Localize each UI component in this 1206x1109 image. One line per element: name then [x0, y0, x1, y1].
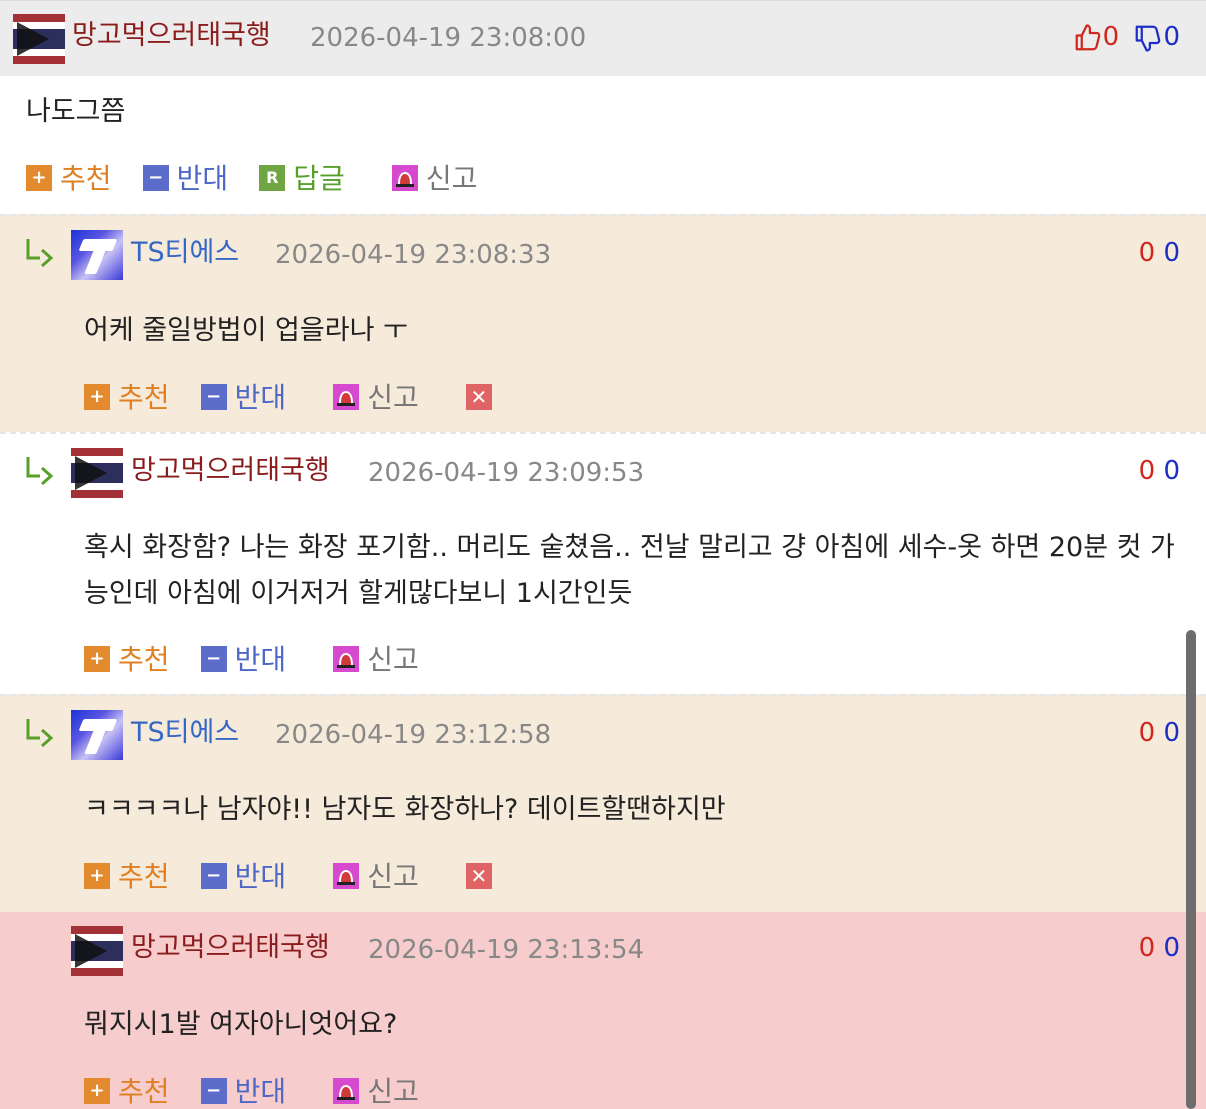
dislike-count[interactable]: 0: [1163, 933, 1180, 963]
recommend-button[interactable]: + 추천: [84, 860, 170, 894]
siren-icon: [333, 863, 360, 889]
avatar[interactable]: [13, 14, 65, 64]
comment-body: 어케 줄일방법이 업을라나 ㅜ: [84, 315, 408, 346]
comment-actions: + 추천 − 반대 신고 ✕: [84, 381, 526, 415]
reply-item-highlighted: 망고먹으러태국행 2026-04-19 23:13:54 0 0 뭐지시1발 여…: [0, 912, 1206, 1109]
plus-icon: +: [84, 384, 110, 410]
vote-counts: 0 0: [1139, 931, 1180, 965]
recommend-button[interactable]: + 추천: [26, 162, 112, 196]
comment-date: 2026-04-19 23:13:54: [368, 935, 645, 965]
thumbs-down-icon[interactable]: [1133, 23, 1163, 53]
report-button[interactable]: 신고: [333, 860, 419, 894]
close-icon: ✕: [465, 384, 492, 410]
minus-icon: −: [142, 165, 169, 191]
report-button[interactable]: 신고: [333, 1075, 419, 1109]
comment-actions: + 추천 − 반대 신고: [84, 1075, 445, 1109]
minus-icon: −: [200, 863, 227, 889]
comment-date: 2026-04-19 23:12:58: [275, 720, 552, 750]
delete-button[interactable]: ✕: [465, 381, 500, 415]
siren-icon: [333, 646, 360, 672]
like-count[interactable]: 0: [1139, 238, 1156, 268]
avatar[interactable]: [71, 230, 123, 280]
comment-body: 혹시 화장함? 나는 화장 포기함.. 머리도 숱쳤음.. 전날 말리고 걍 아…: [84, 532, 1175, 609]
plus-icon: +: [26, 165, 52, 191]
comment-body: 뭐지시1발 여자아니엇어요?: [84, 1009, 398, 1040]
thumbs-up-icon[interactable]: [1073, 23, 1103, 53]
reply-arrow-icon: [26, 719, 54, 748]
minus-icon: −: [200, 646, 227, 672]
comment-date: 2026-04-19 23:09:53: [368, 458, 645, 488]
delete-button[interactable]: ✕: [465, 860, 500, 894]
oppose-button[interactable]: − 반대: [142, 162, 228, 196]
comment-body: ㅋㅋㅋㅋ나 남자야!! 남자도 화장하나? 데이트할땐하지만: [84, 794, 726, 825]
siren-icon: [391, 165, 418, 191]
author-nickname[interactable]: 망고먹으러태국행: [131, 454, 330, 488]
report-button[interactable]: 신고: [333, 381, 419, 415]
minus-icon: −: [200, 1078, 227, 1104]
vote-counts: 0 0: [1139, 716, 1180, 750]
vote-counts: 0 0: [1139, 236, 1180, 270]
vote-counts: 0 0: [1073, 20, 1180, 54]
author-nickname[interactable]: 망고먹으러태국행: [72, 19, 271, 53]
comment-item: 나도그쯤 + 추천 − 반대 R 답글 신고: [0, 76, 1206, 214]
dislike-count[interactable]: 0: [1163, 238, 1180, 268]
oppose-button[interactable]: − 반대: [200, 643, 286, 677]
author-nickname[interactable]: TS티에스: [131, 716, 239, 750]
reply-item: 망고먹으러태국행 2026-04-19 23:09:53 0 0 혹시 화장함?…: [0, 432, 1206, 694]
report-button[interactable]: 신고: [333, 643, 419, 677]
vertical-scrollbar[interactable]: [1186, 630, 1196, 1109]
like-count: 0: [1102, 22, 1120, 52]
like-count[interactable]: 0: [1139, 933, 1156, 963]
avatar[interactable]: [71, 448, 123, 498]
comment-actions: + 추천 − 반대 R 답글 신고: [26, 162, 503, 196]
comment-actions: + 추천 − 반대 신고: [84, 643, 445, 677]
avatar[interactable]: [71, 710, 123, 760]
like-count[interactable]: 0: [1139, 718, 1156, 748]
recommend-button[interactable]: + 추천: [84, 643, 170, 677]
close-icon: ✕: [465, 863, 492, 889]
dislike-count[interactable]: 0: [1163, 718, 1180, 748]
plus-icon: +: [84, 646, 110, 672]
comment-body: 나도그쯤: [26, 96, 126, 127]
oppose-button[interactable]: − 반대: [200, 860, 286, 894]
oppose-button[interactable]: − 반대: [200, 1075, 286, 1109]
comment-date: 2026-04-19 23:08:33: [275, 240, 552, 270]
comment-thread: 망고먹으러태국행 2026-04-19 23:08:00 0 0 나도그쯤 + 추…: [0, 0, 1206, 1109]
like-count[interactable]: 0: [1139, 456, 1156, 486]
oppose-button[interactable]: − 반대: [200, 381, 286, 415]
minus-icon: −: [200, 384, 227, 410]
reply-r-icon: R: [259, 165, 286, 191]
reply-item: TS티에스 2026-04-19 23:12:58 0 0 ㅋㅋㅋㅋ나 남자야!…: [0, 694, 1206, 912]
recommend-button[interactable]: + 추천: [84, 1075, 170, 1109]
siren-icon: [333, 1078, 360, 1104]
reply-item: TS티에스 2026-04-19 23:08:33 0 0 어케 줄일방법이 업…: [0, 214, 1206, 432]
dislike-count: 0: [1163, 22, 1180, 52]
recommend-button[interactable]: + 추천: [84, 381, 170, 415]
reply-button[interactable]: R 답글: [259, 162, 345, 196]
author-nickname[interactable]: 망고먹으러태국행: [131, 931, 330, 965]
avatar[interactable]: [71, 926, 123, 976]
comment-date: 2026-04-19 23:08:00: [310, 23, 587, 53]
plus-icon: +: [84, 1078, 110, 1104]
reply-arrow-icon: [26, 457, 54, 486]
vote-counts: 0 0: [1139, 454, 1180, 488]
dislike-count[interactable]: 0: [1163, 456, 1180, 486]
plus-icon: +: [84, 863, 110, 889]
comment-header: 망고먹으러태국행 2026-04-19 23:08:00 0 0: [0, 0, 1206, 76]
siren-icon: [333, 384, 360, 410]
reply-arrow-icon: [26, 239, 54, 268]
report-button[interactable]: 신고: [391, 162, 477, 196]
comment-actions: + 추천 − 반대 신고 ✕: [84, 860, 526, 894]
author-nickname[interactable]: TS티에스: [131, 236, 239, 270]
